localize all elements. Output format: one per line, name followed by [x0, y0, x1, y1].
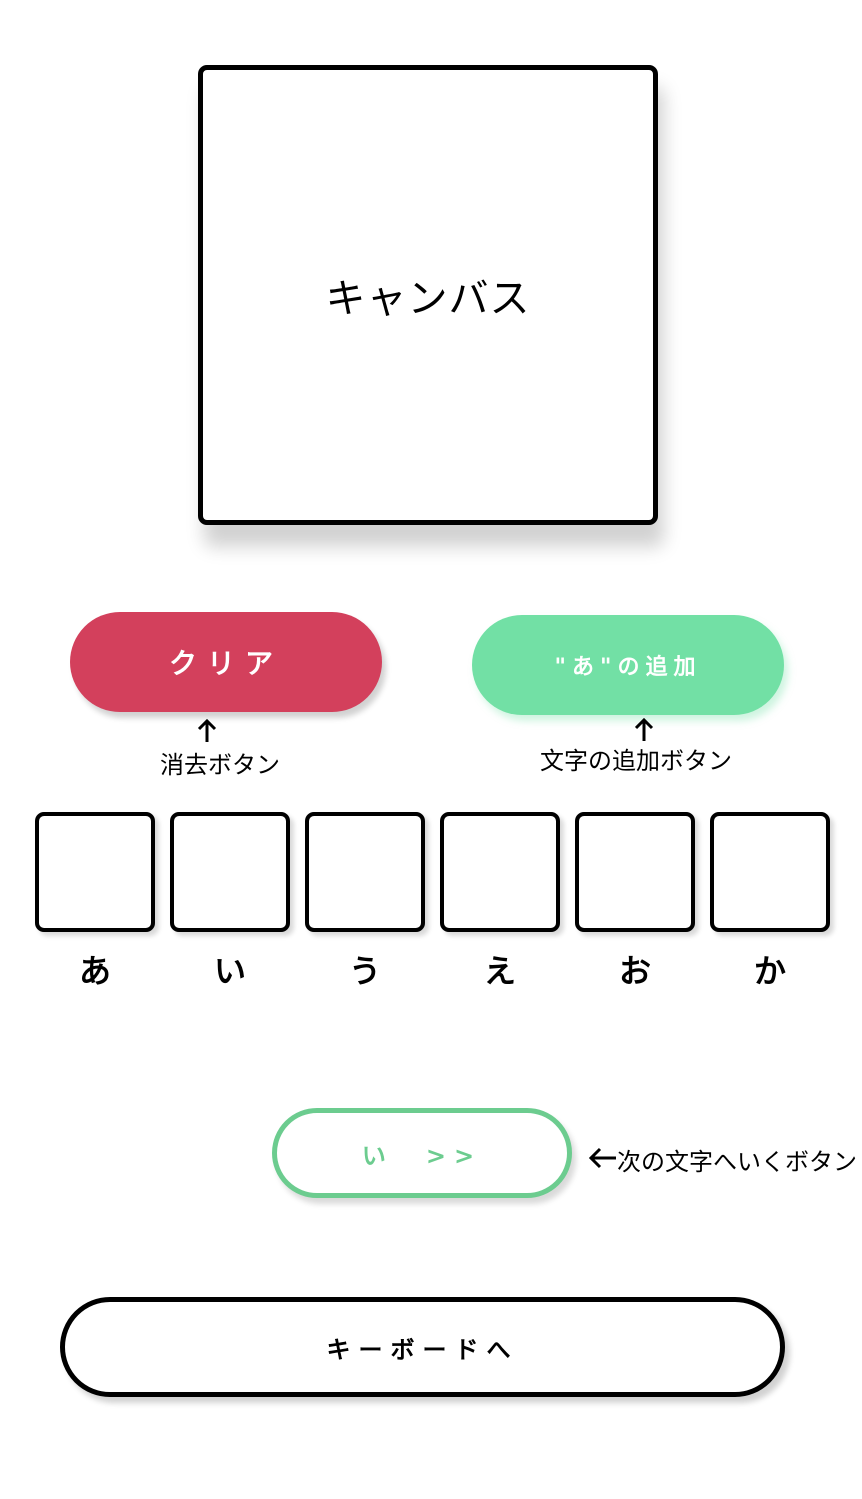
slot-label: あ	[78, 952, 111, 990]
keyboard-button[interactable]: キーボードへ	[60, 1297, 785, 1397]
character-slot[interactable]: え	[440, 812, 560, 992]
slot-preview	[440, 812, 560, 932]
drawing-canvas[interactable]: キャンバス	[198, 65, 658, 525]
character-slot[interactable]: お	[575, 812, 695, 992]
slot-preview	[170, 812, 290, 932]
slot-preview	[35, 812, 155, 932]
clear-button-annotation: 消去ボタン	[160, 751, 280, 779]
next-character-button[interactable]: い >>	[272, 1108, 572, 1198]
clear-button[interactable]: クリア	[70, 612, 382, 712]
slot-label: か	[753, 952, 786, 990]
arrow-up-icon	[634, 717, 654, 741]
arrow-left-icon	[588, 1147, 616, 1169]
character-slots: あ い う え お か	[35, 812, 835, 992]
slot-label: う	[348, 952, 381, 990]
arrow-up-icon	[197, 718, 217, 742]
slot-preview	[710, 812, 830, 932]
next-button-annotation: 次の文字へいくボタン	[617, 1148, 857, 1176]
character-slot[interactable]: い	[170, 812, 290, 992]
slot-preview	[575, 812, 695, 932]
slot-label: い	[213, 952, 246, 990]
add-character-button[interactable]: "あ"の追加	[472, 615, 784, 715]
slot-label: え	[483, 952, 516, 990]
character-slot[interactable]: う	[305, 812, 425, 992]
add-button-annotation: 文字の追加ボタン	[540, 747, 732, 775]
character-slot[interactable]: か	[710, 812, 830, 992]
slot-label: お	[618, 952, 651, 990]
slot-preview	[305, 812, 425, 932]
canvas-label: キャンバス	[325, 276, 531, 322]
character-slot[interactable]: あ	[35, 812, 155, 992]
